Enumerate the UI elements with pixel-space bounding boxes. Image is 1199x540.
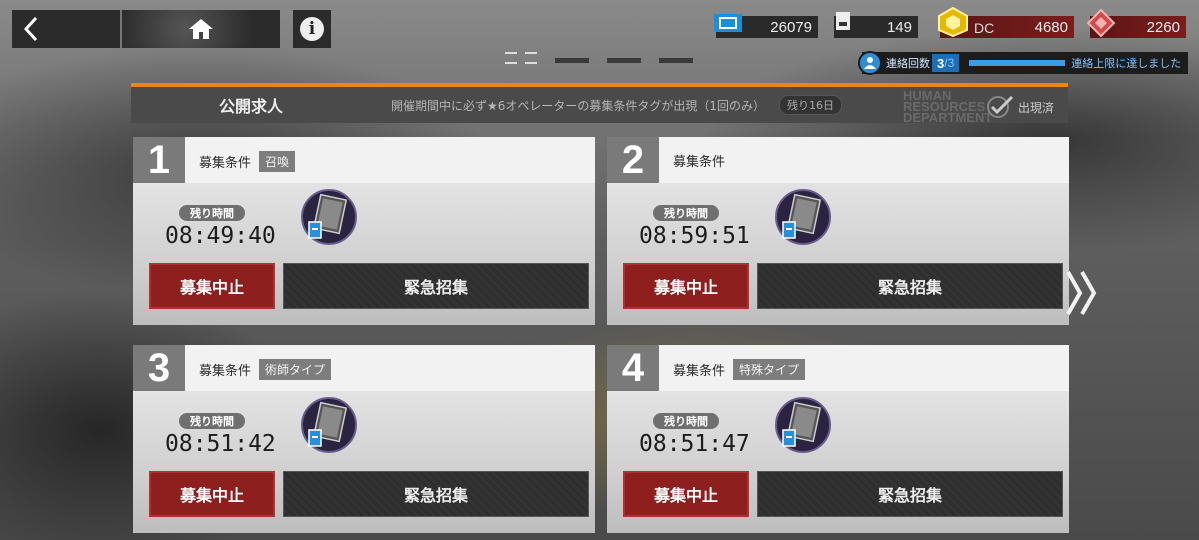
expedite-button[interactable]: 緊急招集	[283, 263, 589, 309]
time-remaining-label: 残り時間	[179, 205, 245, 221]
slot-conditions: 募集条件 召喚	[199, 151, 296, 172]
slot-number: 1	[133, 137, 185, 183]
condition-label: 募集条件	[199, 364, 252, 379]
info-button[interactable]: i	[293, 10, 331, 48]
slot-conditions: 募集条件 特殊タイプ	[673, 359, 806, 380]
contact-person-icon	[858, 51, 882, 75]
slot-conditions: 募集条件 術師タイプ	[199, 359, 332, 380]
page-dot[interactable]	[607, 57, 641, 63]
back-button[interactable]	[12, 10, 122, 48]
page-dot-active[interactable]	[505, 52, 537, 68]
info-icon: i	[300, 17, 324, 41]
recruit-slot: 1 募集条件 召喚 残り時間 08:49:40 募集中止 緊急招集	[133, 137, 595, 325]
stop-recruit-button[interactable]: 募集中止	[623, 263, 749, 309]
checkmark-icon	[986, 95, 1014, 118]
slot-tag: 召喚	[259, 151, 296, 172]
svg-text:DC: DC	[974, 20, 994, 35]
gold-counter[interactable]: DC 4680	[938, 6, 1074, 38]
stop-recruit-button[interactable]: 募集中止	[623, 471, 749, 517]
condition-label: 募集条件	[199, 156, 252, 171]
permit-value: 149	[886, 18, 912, 36]
slot-body: 残り時間 08:59:51 募集中止 緊急招集	[607, 183, 1069, 325]
time-remaining-label: 残り時間	[179, 413, 245, 429]
recruit-slot: 3 募集条件 術師タイプ 残り時間 08:51:42 募集中止 緊急招集	[133, 345, 595, 533]
expedite-button[interactable]: 緊急招集	[757, 263, 1063, 309]
page-dot[interactable]	[659, 57, 693, 63]
appeared-status: 出現済	[986, 95, 1054, 119]
time-remaining-value: 08:49:40	[165, 223, 276, 249]
recruit-permit-icon	[775, 189, 831, 245]
event-notice: 開催期間中に必ず★6オペレーターの募集条件タグが出現（1回のみ）	[391, 98, 766, 113]
event-remaining-badge: 残り16日	[779, 95, 843, 115]
lmd-counter[interactable]: 26079	[714, 14, 818, 38]
contact-count-value: 3	[937, 55, 945, 71]
contact-progress-bar	[969, 60, 1066, 66]
expedite-button[interactable]: 緊急招集	[283, 471, 589, 517]
originite-counter[interactable]: 2260	[1086, 8, 1186, 38]
permit-counter[interactable]: 149	[834, 12, 918, 38]
home-button[interactable]	[122, 10, 280, 48]
slot-tag: 術師タイプ	[259, 359, 332, 380]
time-remaining-value: 08:51:47	[639, 431, 750, 457]
slot-number: 3	[133, 345, 185, 391]
originite-icon	[1086, 8, 1116, 38]
slot-body: 残り時間 08:49:40 募集中止 緊急招集	[133, 183, 595, 325]
stop-recruit-button[interactable]: 募集中止	[149, 263, 275, 309]
condition-label: 募集条件	[673, 155, 726, 170]
permit-icon	[836, 12, 850, 30]
lmd-icon	[714, 14, 742, 32]
contact-label: 連絡回数	[886, 58, 930, 70]
appeared-label: 出現済	[1017, 100, 1054, 115]
home-icon	[189, 19, 213, 39]
page-title: 公開求人	[219, 97, 284, 116]
slot-body: 残り時間 08:51:42 募集中止 緊急招集	[133, 391, 595, 533]
recruit-slot: 2 募集条件 残り時間 08:59:51 募集中止 緊急招集	[607, 137, 1069, 325]
recruit-slot: 4 募集条件 特殊タイプ 残り時間 08:51:47 募集中止 緊急招集	[607, 345, 1069, 533]
time-remaining-label: 残り時間	[653, 205, 719, 221]
contact-bar: 連絡回数 3/3 連絡上限に達しました	[858, 51, 1188, 75]
time-remaining-label: 残り時間	[653, 413, 719, 429]
condition-label: 募集条件	[673, 364, 726, 379]
contact-count-max: /3	[944, 56, 955, 70]
expedite-button[interactable]: 緊急招集	[757, 471, 1063, 517]
gold-icon	[938, 6, 968, 38]
header-watermark: HUMAN RESOURCES DEPARTMENT	[903, 88, 993, 123]
chevron-left-icon	[23, 16, 38, 42]
recruit-permit-icon	[301, 397, 357, 453]
gold-value: 4680	[1034, 18, 1068, 36]
slot-tag: 特殊タイプ	[733, 359, 806, 380]
gold-plus-icon: DC	[974, 20, 994, 35]
stop-recruit-button[interactable]: 募集中止	[149, 471, 275, 517]
time-remaining-value: 08:51:42	[165, 431, 276, 457]
slot-body: 残り時間 08:51:47 募集中止 緊急招集	[607, 391, 1069, 533]
recruit-permit-icon	[775, 397, 831, 453]
originite-value: 2260	[1146, 18, 1180, 36]
slot-number: 2	[607, 137, 659, 183]
time-remaining-value: 08:59:51	[639, 223, 750, 249]
slot-number: 4	[607, 345, 659, 391]
contact-limit-text: 連絡上限に達しました	[1071, 58, 1182, 70]
top-nav	[12, 10, 280, 48]
next-page-arrow-icon[interactable]	[1064, 268, 1100, 318]
recruit-header: 公開求人 開催期間中に必ず★6オペレーターの募集条件タグが出現（1回のみ） 残り…	[131, 87, 1068, 123]
contact-count: 3/3	[932, 54, 960, 72]
recruit-permit-icon	[301, 189, 357, 245]
slot-conditions: 募集条件	[673, 151, 725, 170]
lmd-value: 26079	[770, 18, 812, 36]
page-dot[interactable]	[555, 57, 589, 63]
page-indicator	[505, 52, 693, 68]
